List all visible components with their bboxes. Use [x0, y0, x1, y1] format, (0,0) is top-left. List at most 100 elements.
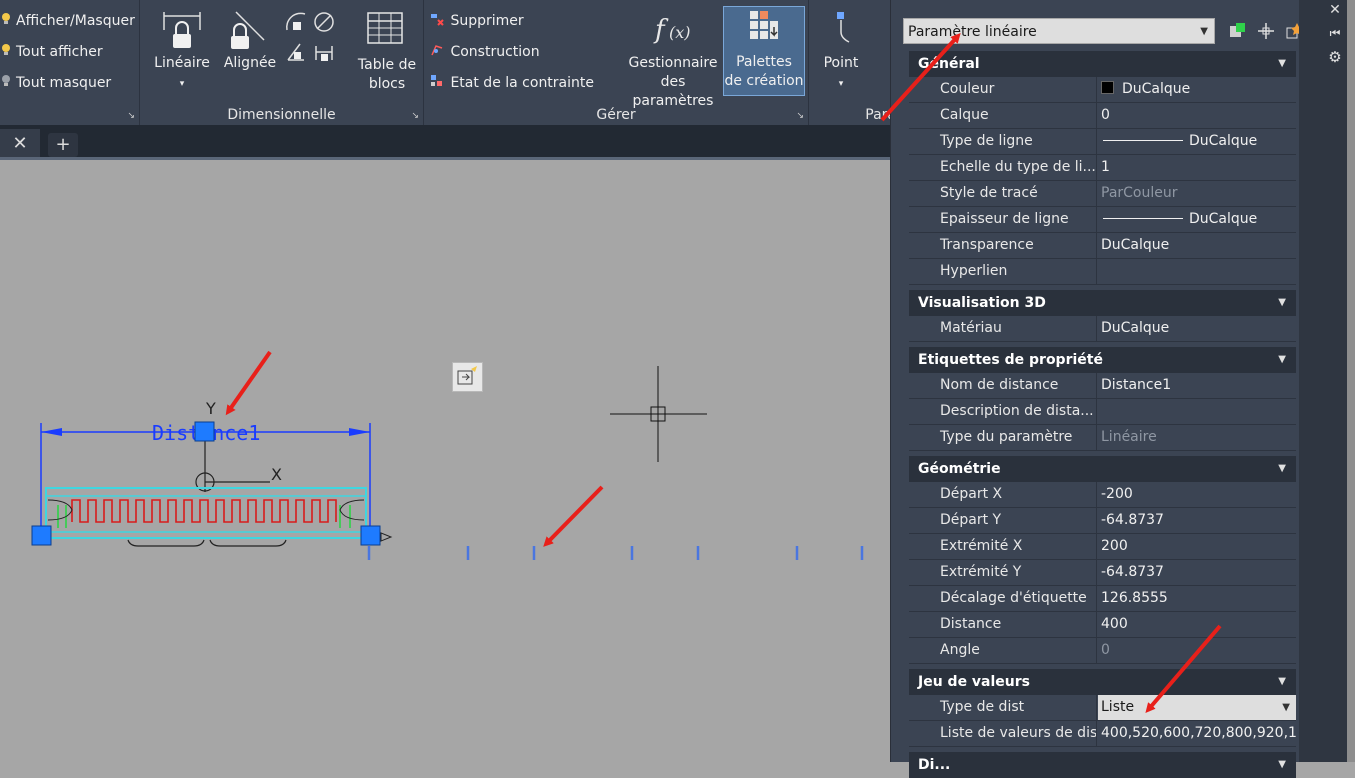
- angular-constraint-icon[interactable]: [284, 40, 308, 64]
- property-row[interactable]: Liste de valeurs de dist 400,520,600,720,…: [909, 721, 1296, 747]
- property-row[interactable]: Type de dist Liste ▼: [909, 695, 1296, 721]
- property-value[interactable]: DuCalque: [1098, 77, 1296, 102]
- dropdown-arrow-icon[interactable]: ▾: [839, 79, 844, 89]
- collapse-chevron-icon[interactable]: ▼: [1278, 752, 1286, 778]
- property-value[interactable]: 400: [1098, 612, 1296, 637]
- parameters-group-title: Para: [865, 107, 896, 123]
- gear-icon[interactable]: ⚙: [1321, 48, 1349, 66]
- property-value[interactable]: DuCalque: [1098, 316, 1296, 341]
- property-value[interactable]: Liste ▼: [1098, 695, 1296, 720]
- property-name: Départ Y: [909, 508, 1097, 533]
- grip-label[interactable]: [194, 421, 215, 442]
- property-row[interactable]: Décalage d'étiquette 126.8555: [909, 586, 1296, 612]
- section-header[interactable]: Jeu de valeurs ▼: [909, 669, 1296, 695]
- property-value-text: -200: [1101, 486, 1133, 502]
- dialog-launcher-icon[interactable]: ↘: [796, 111, 804, 121]
- palette-scrollbar[interactable]: [1299, 0, 1321, 762]
- section-header[interactable]: Etiquettes de propriété ▼: [909, 347, 1296, 373]
- show-hide-button[interactable]: Afficher/Masquer: [0, 8, 135, 34]
- property-row[interactable]: Nom de distance Distance1: [909, 373, 1296, 399]
- property-value[interactable]: -64.8737: [1098, 560, 1296, 585]
- select-objects-icon[interactable]: [1255, 20, 1277, 42]
- property-row[interactable]: Calque 0: [909, 103, 1296, 129]
- property-value[interactable]: Linéaire: [1098, 425, 1296, 450]
- property-value[interactable]: [1098, 259, 1296, 284]
- linear-constraint-button[interactable]: Linéaire ▾: [152, 8, 212, 94]
- property-row[interactable]: Matériau DuCalque: [909, 316, 1296, 342]
- close-icon[interactable]: ✕: [1321, 2, 1349, 18]
- property-value[interactable]: 0: [1098, 103, 1296, 128]
- block-table-label[interactable]: Table de blocs: [352, 56, 422, 94]
- property-value[interactable]: 126.8555: [1098, 586, 1296, 611]
- parameters-manager-button[interactable]: f (x) Gestionnaire des paramètres: [624, 8, 722, 111]
- delete-constraint-button[interactable]: Supprimer: [430, 8, 524, 34]
- construction-button[interactable]: Construction: [430, 39, 540, 65]
- property-row[interactable]: Couleur DuCalque: [909, 77, 1296, 103]
- property-row[interactable]: Echelle du type de li... 1: [909, 155, 1296, 181]
- property-row[interactable]: Transparence DuCalque: [909, 233, 1296, 259]
- property-value[interactable]: -64.8737: [1098, 508, 1296, 533]
- collapse-chevron-icon[interactable]: ▼: [1278, 347, 1286, 373]
- diameter-constraint-icon[interactable]: [312, 10, 336, 34]
- property-row[interactable]: Description de dista...: [909, 399, 1296, 425]
- palette-icon: [750, 11, 778, 39]
- property-value[interactable]: -200: [1098, 482, 1296, 507]
- show-all-button[interactable]: Tout afficher: [0, 39, 103, 65]
- object-type-select[interactable]: Paramètre linéaire ▼: [903, 18, 1215, 44]
- property-row[interactable]: Départ Y -64.8737: [909, 508, 1296, 534]
- property-row[interactable]: Hyperlien: [909, 259, 1296, 285]
- block-geometry[interactable]: [45, 487, 393, 547]
- new-tab-button[interactable]: +: [48, 133, 78, 157]
- constraint-status-button[interactable]: Etat de la contrainte: [430, 70, 594, 96]
- point-parameter-button[interactable]: Point ▾: [815, 8, 867, 94]
- collapse-chevron-icon[interactable]: ▼: [1278, 290, 1286, 316]
- chevron-down-icon[interactable]: ▼: [1282, 695, 1290, 720]
- property-row[interactable]: Style de tracé ParCouleur: [909, 181, 1296, 207]
- authoring-palettes-button[interactable]: Palettes de création: [723, 6, 805, 96]
- radius-constraint-icon[interactable]: [284, 10, 308, 34]
- toggle-pickadd-icon[interactable]: [1227, 20, 1249, 42]
- collapse-chevron-icon[interactable]: ▼: [1278, 669, 1286, 695]
- dialog-launcher-icon[interactable]: ↘: [127, 111, 135, 121]
- aligned-constraint-button[interactable]: Alignée: [218, 8, 282, 73]
- convert-constraint-icon[interactable]: [312, 40, 336, 64]
- block-table-button[interactable]: [352, 8, 418, 52]
- property-value[interactable]: DuCalque: [1098, 207, 1296, 232]
- section-header[interactable]: Général ▼: [909, 51, 1296, 77]
- section-header[interactable]: Visualisation 3D ▼: [909, 290, 1296, 316]
- autohide-icon[interactable]: ⏮: [1321, 26, 1349, 41]
- property-row[interactable]: Epaisseur de ligne DuCalque: [909, 207, 1296, 233]
- property-value[interactable]: 200: [1098, 534, 1296, 559]
- dialog-launcher-icon[interactable]: ↘: [411, 111, 419, 121]
- hide-all-button[interactable]: Tout masquer: [0, 70, 111, 96]
- property-value-text: DuCalque: [1189, 133, 1258, 149]
- drawing-canvas[interactable]: Distance1 Y X: [0, 160, 890, 762]
- property-row[interactable]: Angle 0: [909, 638, 1296, 664]
- property-row[interactable]: Départ X -200: [909, 482, 1296, 508]
- property-value[interactable]: DuCalque: [1098, 233, 1296, 258]
- dropdown-arrow-icon[interactable]: ▾: [180, 79, 185, 89]
- collapse-chevron-icon[interactable]: ▼: [1278, 456, 1286, 482]
- section-header[interactable]: Di... ▼: [909, 752, 1296, 778]
- close-tab-button[interactable]: ✕: [0, 129, 40, 159]
- grip-end[interactable]: [360, 525, 381, 546]
- property-value[interactable]: [1098, 399, 1296, 424]
- property-value[interactable]: Distance1: [1098, 373, 1296, 398]
- property-value[interactable]: 1: [1098, 155, 1296, 180]
- property-row[interactable]: Extrémité Y -64.8737: [909, 560, 1296, 586]
- drawing-svg[interactable]: Distance1 Y X: [0, 160, 890, 762]
- property-value[interactable]: 400,520,600,720,800,920,1...: [1098, 721, 1296, 746]
- block-edit-tool-icon[interactable]: [452, 362, 483, 392]
- property-row[interactable]: Type de ligne DuCalque: [909, 129, 1296, 155]
- property-row[interactable]: Extrémité X 200: [909, 534, 1296, 560]
- property-value[interactable]: 0: [1098, 638, 1296, 663]
- section-header[interactable]: Géométrie ▼: [909, 456, 1296, 482]
- property-row[interactable]: Type du paramètre Linéaire: [909, 425, 1296, 451]
- grip-start[interactable]: [31, 525, 52, 546]
- property-row[interactable]: Distance 400: [909, 612, 1296, 638]
- section-title: Visualisation 3D: [918, 295, 1046, 311]
- collapse-chevron-icon[interactable]: ▼: [1278, 51, 1286, 77]
- property-value[interactable]: ParCouleur: [1098, 181, 1296, 206]
- property-value[interactable]: DuCalque: [1098, 129, 1296, 154]
- ucs-axis-indicator: Y X: [195, 399, 282, 492]
